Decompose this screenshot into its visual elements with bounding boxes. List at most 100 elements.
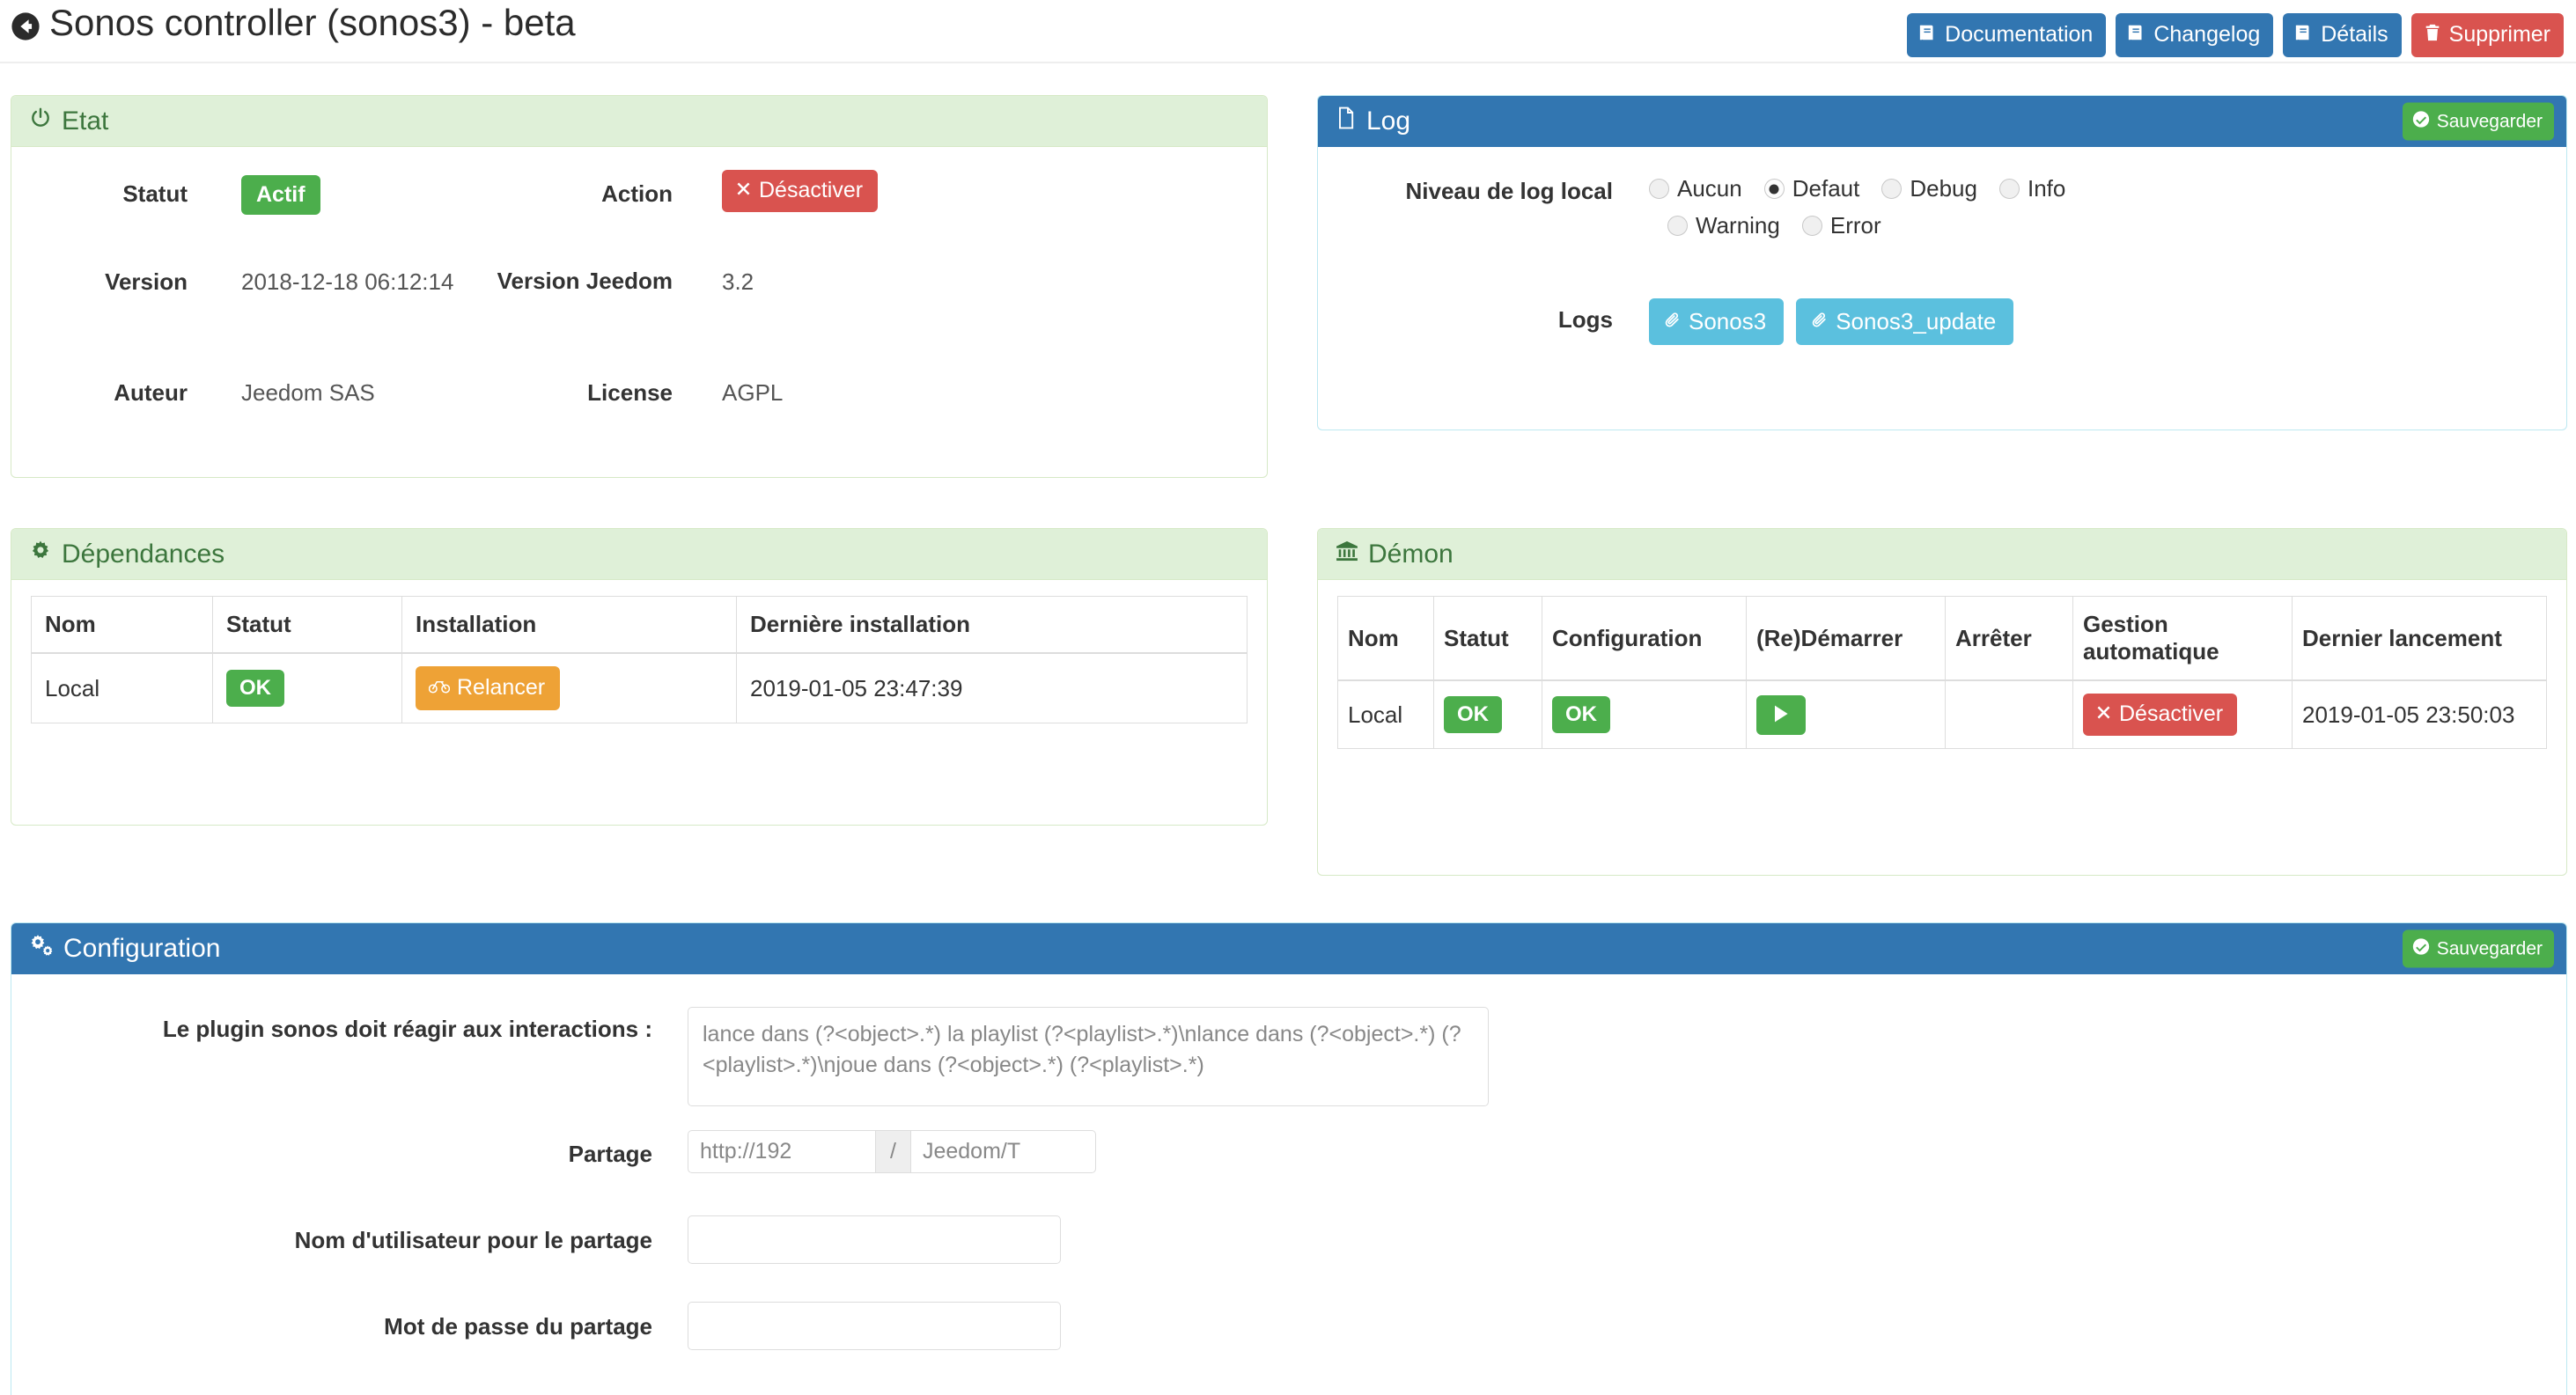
- config-row-interactions: Le plugin sonos doit réagir aux interact…: [11, 1007, 2566, 1106]
- version-value: 2018-12-18 06:12:14: [241, 268, 454, 295]
- supprimer-button[interactable]: Supprimer: [2410, 13, 2564, 57]
- col-configuration: Configuration: [1542, 596, 1747, 682]
- page-header: Sonos controller (sonos3) - beta Documen…: [0, 0, 2576, 63]
- desactiver-button[interactable]: Désactiver: [722, 170, 879, 212]
- log-level-radios: Aucun Defaut Debug Info Warning Error: [1649, 175, 2087, 239]
- password-label: Mot de passe du partage: [384, 1313, 652, 1340]
- dep-derniere-installation: 2019-01-05 23:47:39: [736, 652, 1248, 724]
- partage-label: Partage: [568, 1141, 652, 1167]
- book-icon: [1918, 23, 1938, 47]
- action-label: Action: [601, 180, 673, 207]
- partage-separator: /: [876, 1130, 910, 1173]
- interactions-textarea[interactable]: [688, 1007, 1489, 1106]
- x-icon: [2095, 703, 2112, 725]
- trash-icon: [2423, 23, 2442, 47]
- power-icon: [29, 106, 52, 136]
- configuration-title-text: Configuration: [63, 934, 221, 963]
- col-derniere-installation: Dernière installation: [736, 596, 1248, 655]
- log-level-row-1: Aucun Defaut Debug Info: [1649, 175, 2087, 202]
- header-actions: Documentation Changelog Détails Supprime…: [1907, 13, 2564, 57]
- col-nom: Nom: [31, 596, 213, 655]
- password-input[interactable]: [688, 1302, 1061, 1350]
- dependances-panel-header: Dépendances: [11, 529, 1267, 580]
- log-row-logs: Logs Sonos3 Sonos3_update: [1318, 298, 2566, 345]
- relancer-button[interactable]: Relancer: [416, 666, 561, 711]
- demon-panel-title: Démon: [1336, 540, 1454, 569]
- config-row-password: Mot de passe du partage: [11, 1302, 2566, 1350]
- radio-warning-label: Warning: [1696, 212, 1780, 239]
- paperclip-icon: [1664, 310, 1682, 333]
- gestion-desactiver-label: Désactiver: [2119, 701, 2224, 727]
- dep-installation-cell: Relancer: [401, 652, 737, 724]
- radio-dot-debug[interactable]: [1881, 179, 1903, 199]
- radio-info[interactable]: Info: [1998, 175, 2066, 202]
- radio-aucun-label: Aucun: [1677, 175, 1742, 202]
- demon-panel-body: Nom Statut Configuration (Re)Démarrer Ar…: [1318, 580, 2566, 768]
- partage-path-input[interactable]: [909, 1130, 1096, 1173]
- radio-warning[interactable]: Warning: [1667, 212, 1780, 239]
- gestion-desactiver-button[interactable]: Désactiver: [2083, 694, 2238, 737]
- dep-nom: Local: [31, 652, 213, 724]
- etat-row-version: Version 2018-12-18 06:12:14 Version Jeed…: [11, 263, 1267, 296]
- log-save-button[interactable]: Sauvegarder: [2402, 102, 2554, 141]
- demon-header-row: Nom Statut Configuration (Re)Démarrer Ar…: [1337, 596, 2547, 682]
- x-icon: [735, 180, 752, 202]
- dependances-title-text: Dépendances: [62, 539, 225, 569]
- demon-arreter-cell: [1945, 679, 2073, 750]
- radio-dot-error[interactable]: [1801, 216, 1822, 236]
- sonos3-log-label: Sonos3: [1689, 308, 1767, 334]
- username-input[interactable]: [688, 1215, 1061, 1264]
- cogs-icon: [29, 934, 54, 964]
- documentation-label: Documentation: [1945, 22, 2094, 47]
- configuration-save-button[interactable]: Sauvegarder: [2402, 929, 2554, 968]
- config-row-username: Nom d'utilisateur pour le partage: [11, 1215, 2566, 1264]
- demon-panel: Démon Nom Statut Configuration (Re)Démar…: [1317, 528, 2567, 876]
- configuration-panel-header: Configuration Sauvegarder: [11, 923, 2566, 974]
- radio-debug[interactable]: Debug: [1881, 175, 1977, 202]
- redemarrer-button[interactable]: [1756, 695, 1806, 735]
- col-statut: Statut: [1433, 596, 1542, 682]
- version-jeedom-label: Version Jeedom: [497, 268, 673, 294]
- radio-dot-info[interactable]: [1998, 179, 2020, 199]
- radio-dot-aucun[interactable]: [1649, 179, 1669, 199]
- demon-table: Nom Statut Configuration (Re)Démarrer Ar…: [1337, 596, 2547, 750]
- details-button[interactable]: Détails: [2283, 13, 2402, 57]
- col-gestion-automatique: Gestion automatique: [2072, 596, 2293, 682]
- etat-row-auteur: Auteur Jeedom SAS License AGPL: [11, 374, 1267, 407]
- action-value: Désactiver: [722, 170, 879, 212]
- dependances-panel-body: Nom Statut Installation Dernière install…: [11, 580, 1267, 743]
- partage-host-input[interactable]: [688, 1130, 876, 1173]
- log-row-niveau: Niveau de log local Aucun Defaut Debug I…: [1318, 175, 2566, 239]
- radio-info-label: Info: [2027, 175, 2066, 202]
- col-redemarrer: (Re)Démarrer: [1746, 596, 1946, 682]
- radio-defaut[interactable]: Defaut: [1763, 175, 1859, 202]
- radio-aucun[interactable]: Aucun: [1649, 175, 1742, 202]
- sonos3-log-button[interactable]: Sonos3: [1649, 298, 1785, 345]
- sonos3-update-log-label: Sonos3_update: [1836, 308, 1997, 334]
- play-icon: [1772, 704, 1790, 725]
- etat-row-statut: Statut Actif Action Désactiver: [11, 170, 1267, 215]
- niveau-log-label: Niveau de log local: [1405, 178, 1613, 204]
- demon-gestion-cell: Désactiver: [2072, 679, 2293, 750]
- demon-configuration-cell: OK: [1542, 679, 1747, 750]
- configuration-panel-title: Configuration: [29, 934, 220, 964]
- book-icon: [2127, 23, 2146, 47]
- sonos3-update-log-button[interactable]: Sonos3_update: [1796, 298, 2014, 345]
- dependances-table: Nom Statut Installation Dernière install…: [31, 596, 1248, 724]
- radio-dot-defaut[interactable]: [1763, 179, 1785, 199]
- demon-panel-header: Démon: [1318, 529, 2566, 580]
- documentation-button[interactable]: Documentation: [1907, 13, 2107, 57]
- radio-error[interactable]: Error: [1801, 212, 1881, 239]
- username-label: Nom d'utilisateur pour le partage: [294, 1227, 652, 1253]
- dep-statut-cell: OK: [212, 652, 402, 724]
- radio-dot-warning[interactable]: [1667, 216, 1688, 236]
- col-arreter: Arrêter: [1945, 596, 2073, 682]
- version-jeedom-value: 3.2: [722, 268, 754, 295]
- page-title: Sonos controller (sonos3) - beta: [11, 2, 576, 44]
- changelog-button[interactable]: Changelog: [2116, 13, 2274, 57]
- back-circle-icon[interactable]: [11, 8, 40, 40]
- paperclip-icon: [1811, 310, 1829, 333]
- configuration-panel: Configuration Sauvegarder Le plugin sono…: [11, 922, 2567, 1395]
- config-row-partage: Partage /: [11, 1130, 2566, 1173]
- etat-title-text: Etat: [62, 106, 109, 136]
